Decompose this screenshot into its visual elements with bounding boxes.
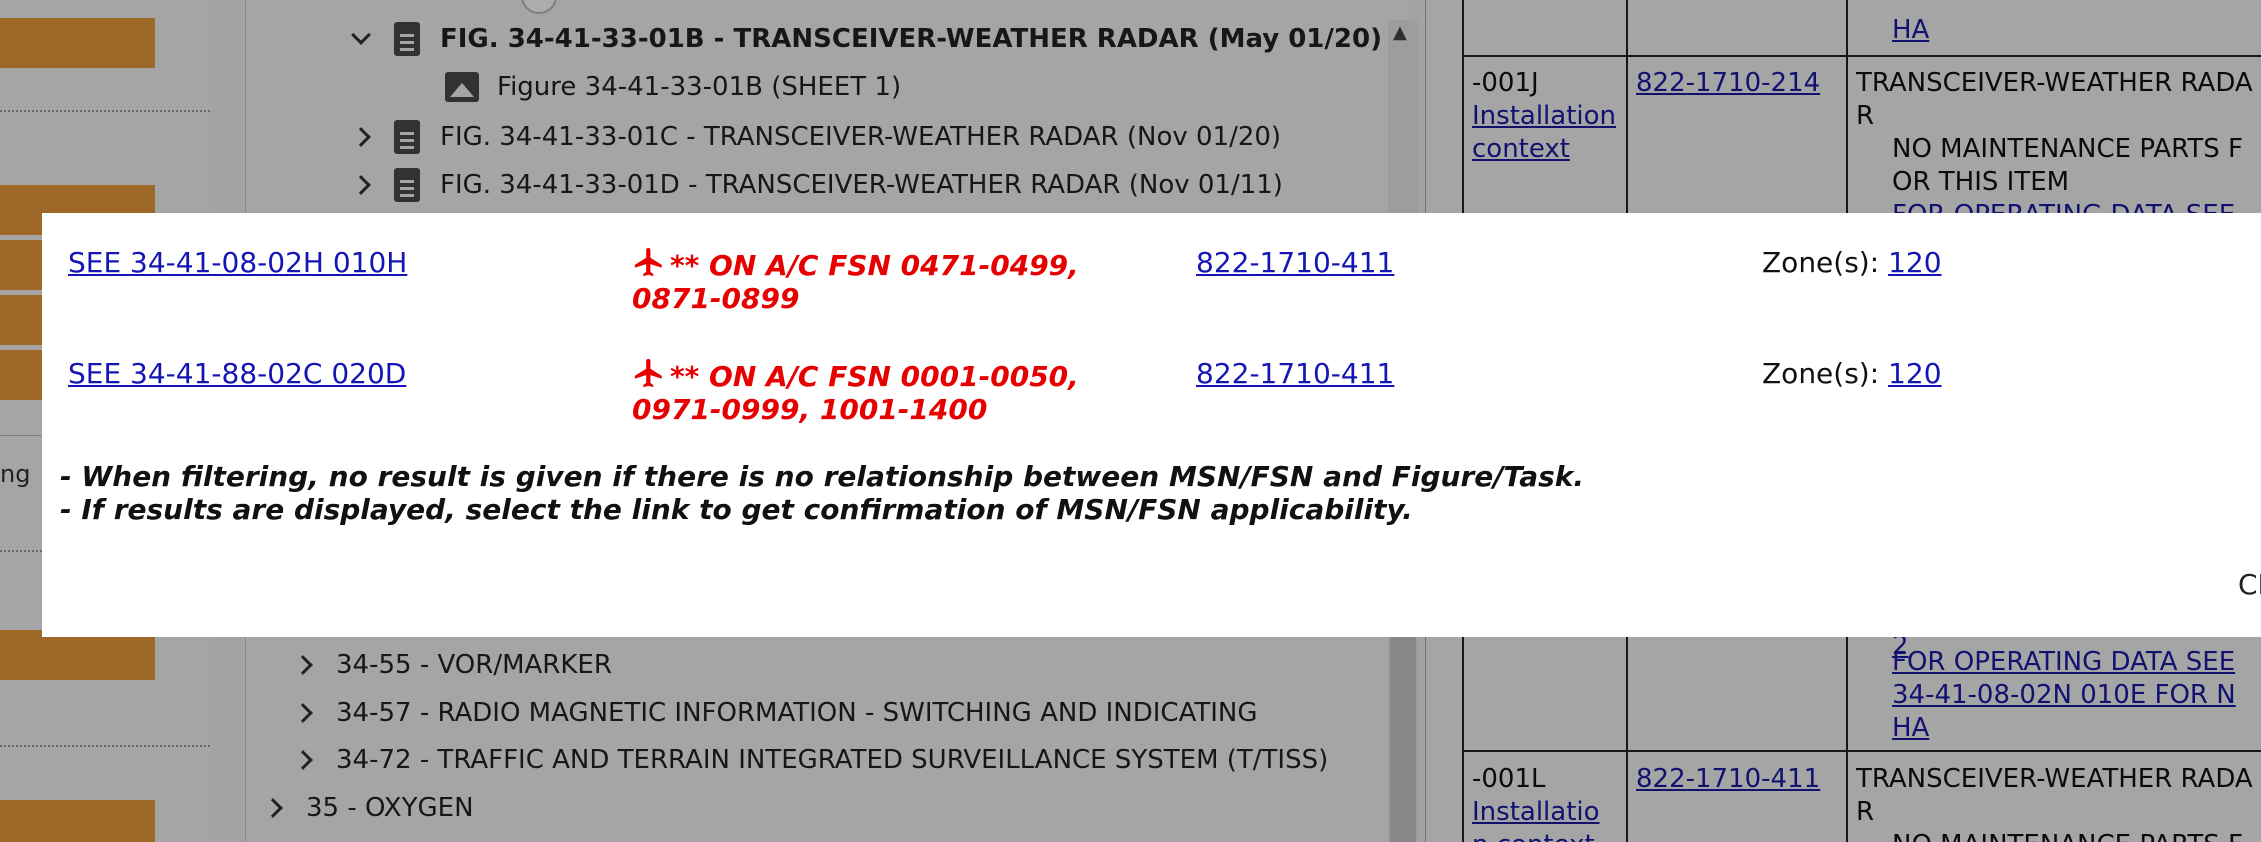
zone-link[interactable]: 120 [1888,357,1941,390]
applicability-modal: SEE 34-41-08-02H 010H ** ON A/C FSN 0471… [42,213,2261,637]
zone-info: Zone(s): 120 [1762,246,1942,279]
zone-link[interactable]: 120 [1888,246,1941,279]
part-number-link[interactable]: 822-1710-411 [1196,357,1394,390]
see-reference-link[interactable]: SEE 34-41-08-02H 010H [68,246,407,279]
see-reference-link[interactable]: SEE 34-41-88-02C 020D [68,357,406,390]
applicability-text: ** ON A/C FSN 0001-0050, 0971-0999, 1001… [632,356,1172,426]
airplane-icon [634,358,662,388]
applicability-text: ** ON A/C FSN 0471-0499, 0871-0899 [632,245,1172,315]
airplane-icon [634,247,662,277]
filter-note: - If results are displayed, select the l… [60,493,1413,526]
part-number-link[interactable]: 822-1710-411 [1196,246,1394,279]
zone-label: Zone(s): [1762,357,1880,390]
filter-note: - When filtering, no result is given if … [60,460,1585,493]
zone-label: Zone(s): [1762,246,1880,279]
zone-info: Zone(s): 120 [1762,357,1942,390]
app-page: ng ▲ FIG. 34-41-33-01B - TRANSCEIVER-WEA… [0,0,2261,842]
close-button[interactable]: CLOSE [2238,568,2261,601]
